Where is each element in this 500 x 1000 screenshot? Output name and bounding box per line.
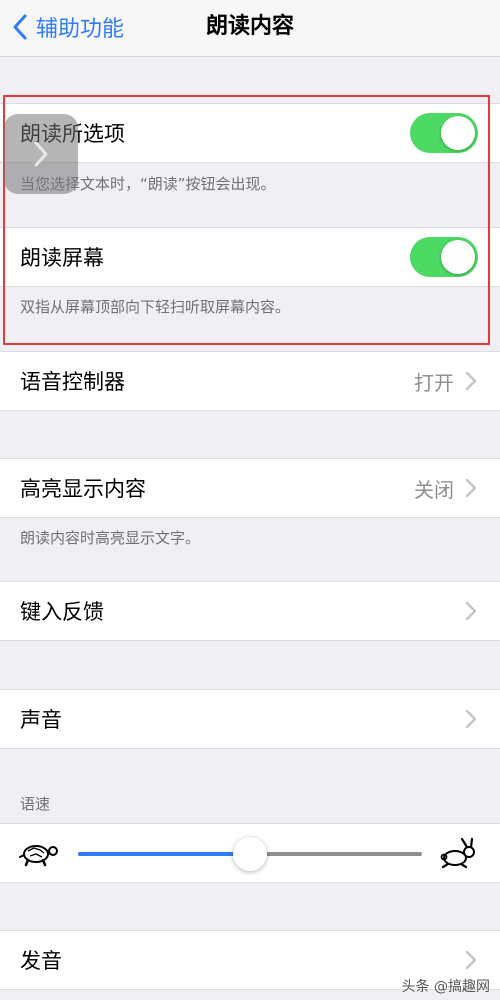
- highlight-content-value: 关闭: [414, 477, 454, 502]
- typing-feedback-label: 键入反馈: [20, 600, 104, 624]
- floating-speak-button[interactable]: [4, 114, 78, 194]
- toggle-knob: [441, 116, 475, 150]
- highlight-content-footer: 朗读内容时高亮显示文字。: [20, 529, 201, 547]
- chevron-right-icon: [34, 141, 48, 167]
- speak-screen-row: 朗读屏幕: [0, 227, 500, 287]
- highlight-content-row[interactable]: 高亮显示内容 关闭: [0, 458, 500, 518]
- speaking-rate-row: [0, 823, 500, 883]
- speaking-rate-track[interactable]: [78, 837, 422, 871]
- voices-row[interactable]: 声音: [0, 689, 500, 749]
- chevron-right-icon: [465, 950, 477, 970]
- speaking-rate-fill: [78, 852, 250, 856]
- speak-screen-toggle[interactable]: [410, 237, 478, 277]
- speak-screen-footer: 双指从屏幕顶部向下轻扫听取屏幕内容。: [20, 298, 291, 316]
- page-title: 朗读内容: [205, 14, 294, 39]
- speaking-rate-thumb[interactable]: [233, 837, 267, 871]
- speech-controller-label: 语音控制器: [20, 370, 125, 394]
- speaking-rate-header: 语速: [20, 795, 51, 813]
- speak-selection-toggle[interactable]: [410, 113, 478, 153]
- voices-label: 声音: [20, 708, 62, 732]
- speak-screen-label: 朗读屏幕: [20, 246, 104, 270]
- watermark: 头条 @搞趣网: [401, 979, 490, 995]
- speech-controller-row[interactable]: 语音控制器 打开: [0, 351, 500, 411]
- chevron-right-icon: [465, 709, 477, 729]
- chevron-right-icon: [465, 601, 477, 621]
- toggle-knob: [441, 240, 475, 274]
- typing-feedback-row[interactable]: 键入反馈: [0, 581, 500, 641]
- navigation-bar: 辅助功能 朗读内容: [0, 0, 500, 57]
- pronunciations-label: 发音: [20, 949, 62, 973]
- speech-controller-value: 打开: [414, 370, 454, 395]
- rabbit-icon: [440, 837, 475, 869]
- chevron-right-icon: [465, 371, 477, 391]
- turtle-icon: [19, 845, 58, 867]
- chevron-right-icon: [465, 478, 477, 498]
- highlight-content-label: 高亮显示内容: [20, 477, 146, 501]
